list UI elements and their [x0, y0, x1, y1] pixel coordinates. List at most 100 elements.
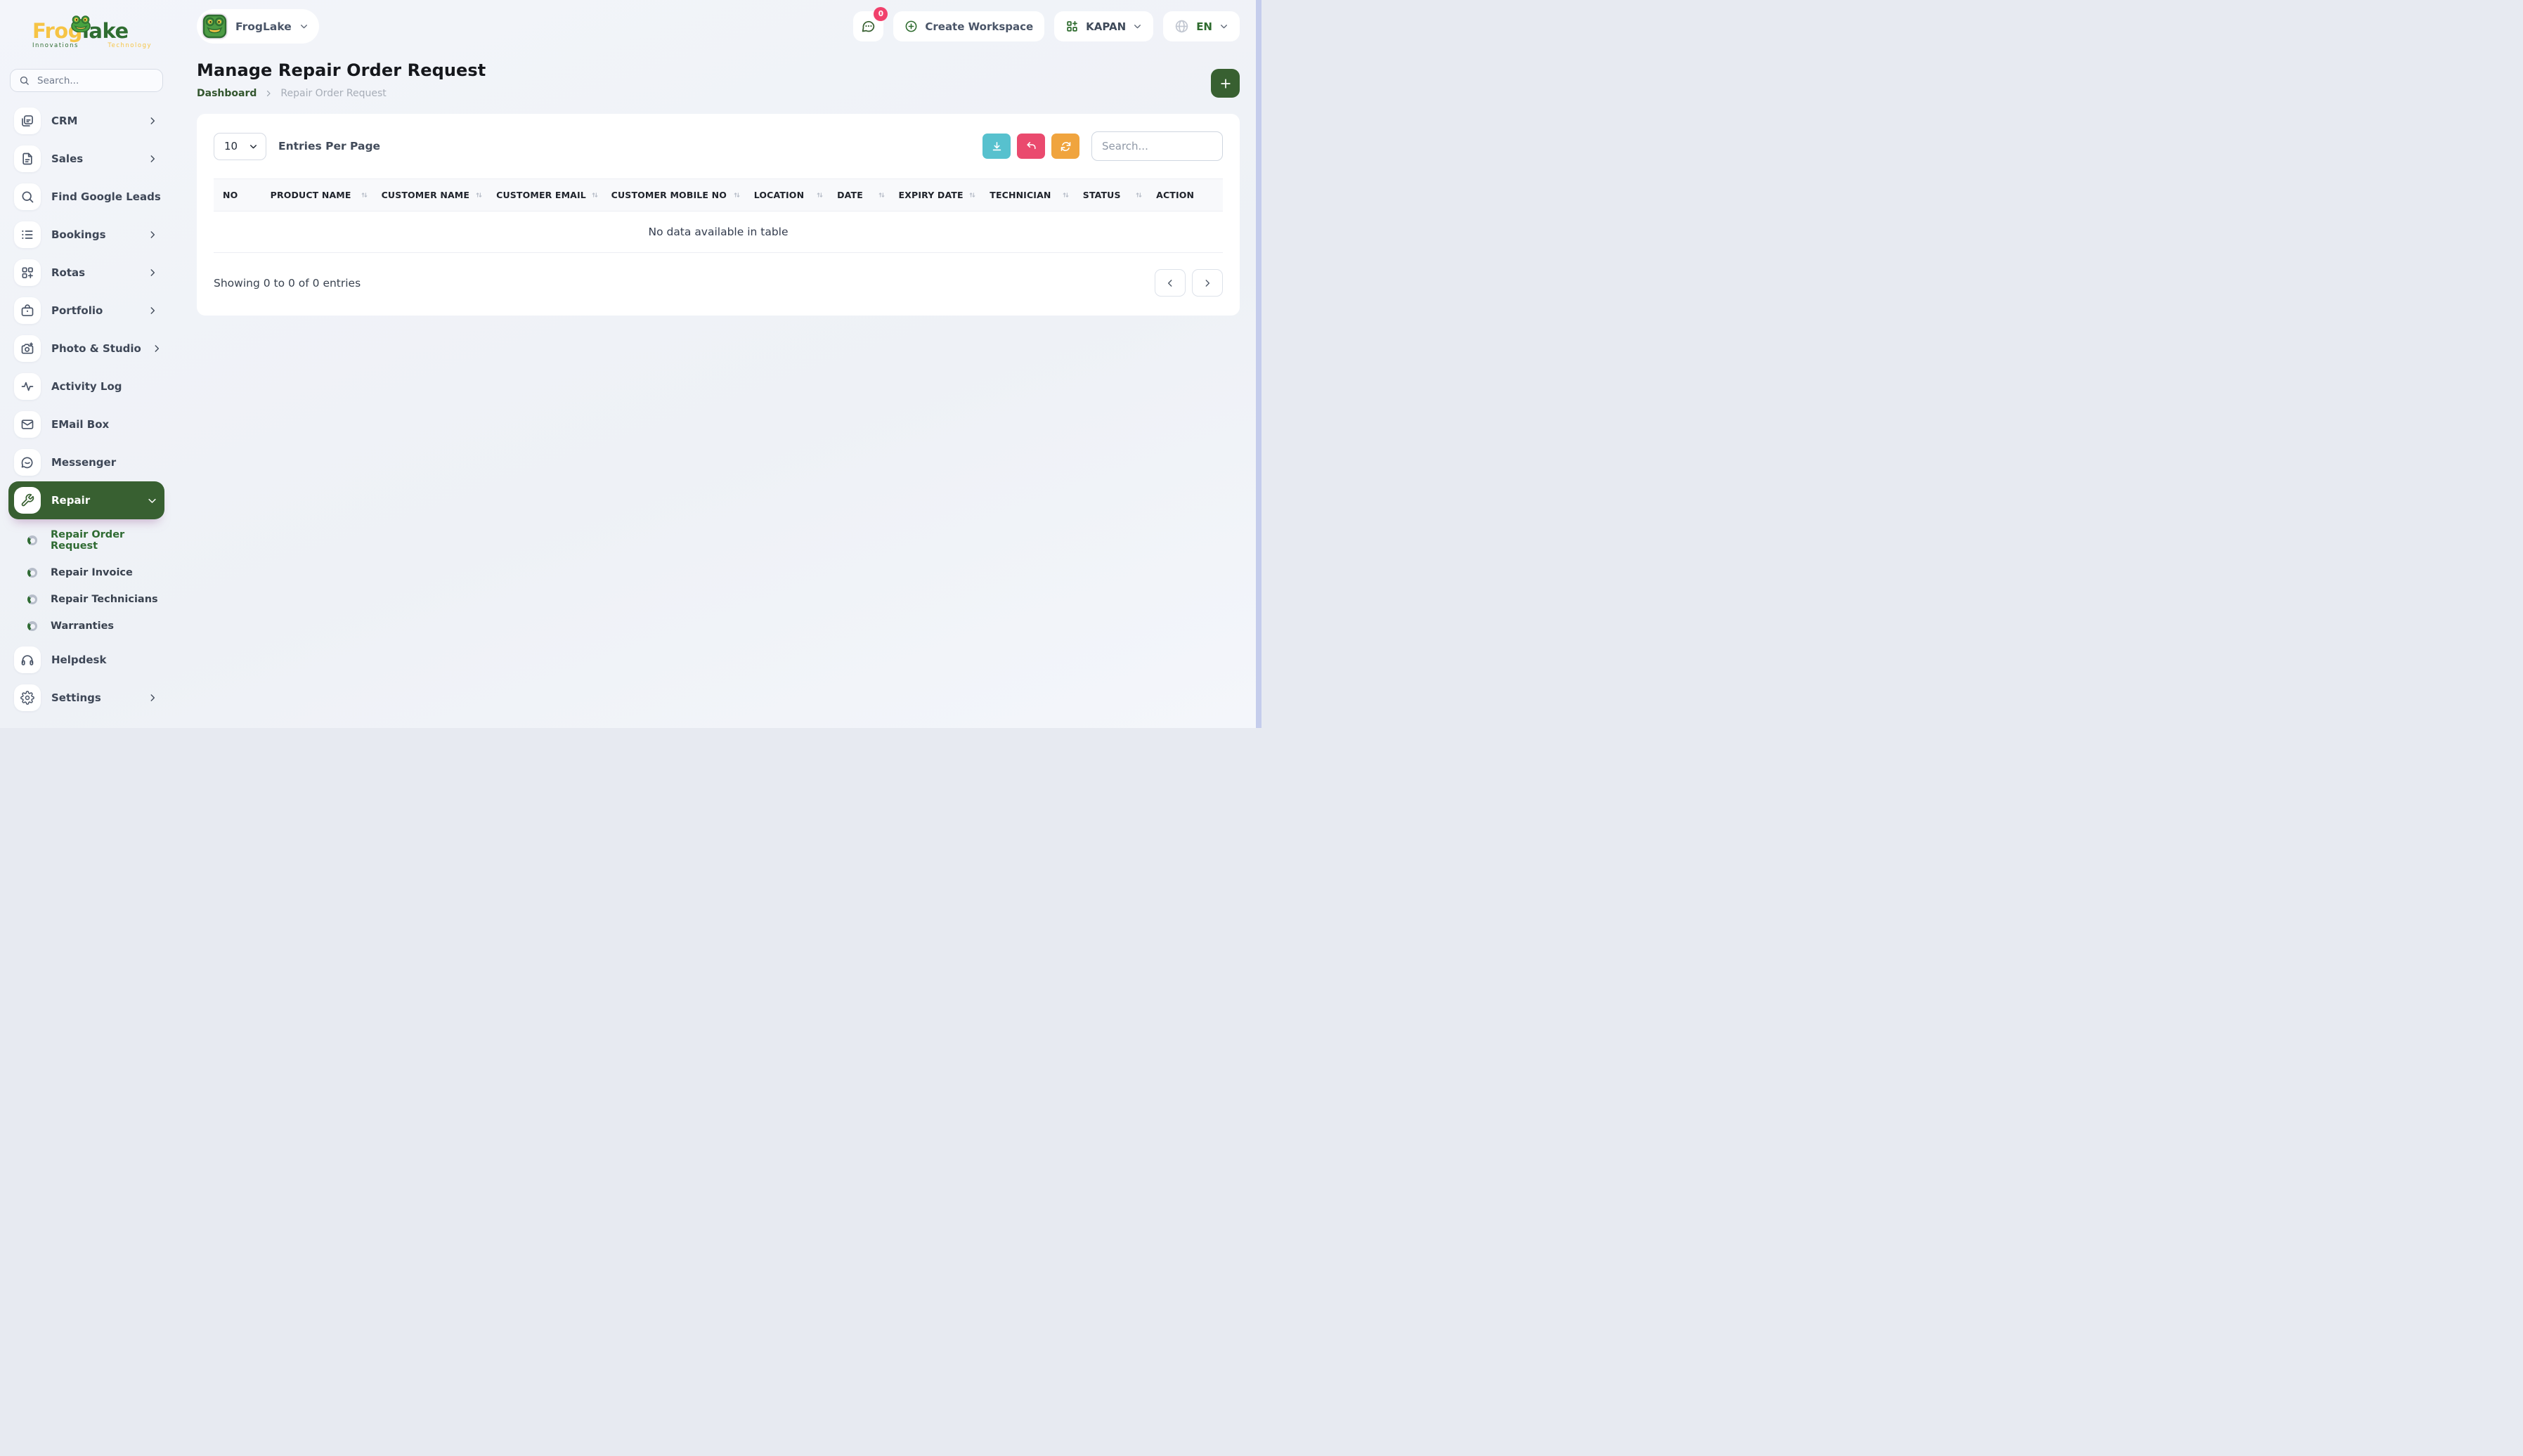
sidebar-item-label: EMail Box — [51, 418, 157, 431]
column-header-customer-email[interactable]: CUSTOMER EMAIL — [496, 190, 611, 200]
sidebar: Froglake Innovations Technology CRM Sale… — [0, 0, 173, 728]
globe-icon — [1174, 19, 1189, 34]
chevron-right-icon — [264, 89, 273, 98]
entries-per-page-value: 10 — [224, 140, 238, 152]
sidebar-item-find-google-leads[interactable]: Find Google Leads — [8, 178, 164, 216]
column-header-date[interactable]: DATE — [837, 190, 898, 200]
sort-icon — [1061, 190, 1070, 200]
add-repair-order-button[interactable] — [1211, 69, 1240, 98]
sidebar-item-email-box[interactable]: EMail Box — [8, 405, 164, 443]
grid-plus-icon — [1065, 20, 1079, 33]
chevron-right-icon — [148, 268, 157, 278]
submenu-item-label: Repair Invoice — [51, 567, 133, 578]
table-search-input[interactable] — [1091, 131, 1223, 161]
sort-icon — [815, 190, 824, 200]
chevron-right-icon — [148, 230, 157, 240]
create-workspace-button[interactable]: Create Workspace — [893, 11, 1044, 41]
team-switcher[interactable]: KAPAN — [1054, 11, 1153, 41]
export-download-button[interactable] — [982, 134, 1011, 159]
sidebar-item-repair[interactable]: Repair — [8, 481, 164, 519]
workspace-name: FrogLake — [235, 20, 292, 33]
sort-icon — [732, 190, 741, 200]
page-scrollbar[interactable] — [1256, 0, 1262, 728]
search-icon — [19, 75, 30, 86]
camera-plus-icon — [14, 335, 41, 362]
chevron-down-icon — [249, 142, 258, 151]
sidebar-search[interactable] — [10, 69, 163, 92]
column-header-technician[interactable]: TECHNICIAN — [990, 190, 1083, 200]
chevron-left-icon — [1165, 278, 1175, 288]
entries-per-page-select[interactable]: 10 — [214, 133, 266, 160]
submenu-item-label: Repair Order Request — [51, 529, 159, 552]
column-header-status[interactable]: STATUS — [1083, 190, 1156, 200]
sidebar-item-messenger[interactable]: Messenger — [8, 443, 164, 481]
pagination-prev-button[interactable] — [1155, 269, 1186, 297]
app-screen: Froglake Innovations Technology CRM Sale… — [0, 0, 1262, 728]
message-bubble-icon — [14, 449, 41, 476]
column-header-location[interactable]: LOCATION — [754, 190, 837, 200]
logo-tagline-left: Innovations — [32, 42, 79, 49]
mail-icon — [14, 411, 41, 438]
table-empty-message: No data available in table — [214, 212, 1223, 253]
team-label: KAPAN — [1086, 20, 1126, 33]
sidebar-item-label: Portfolio — [51, 304, 137, 317]
submenu-item-repair-invoice[interactable]: Repair Invoice — [17, 559, 164, 586]
entries-per-page-label: Entries Per Page — [278, 140, 380, 152]
app-logo: Froglake Innovations Technology — [32, 17, 152, 60]
column-header-product-name[interactable]: PRODUCT NAME — [271, 190, 382, 200]
page-header: Manage Repair Order Request Dashboard Re… — [197, 60, 1240, 99]
sidebar-item-settings[interactable]: Settings — [8, 679, 164, 717]
activity-icon — [14, 373, 41, 400]
sidebar-item-rotas[interactable]: Rotas — [8, 254, 164, 292]
plus-circle-icon — [904, 20, 918, 33]
search-leads-icon — [14, 183, 41, 210]
chevron-right-icon — [148, 306, 157, 316]
table-footer: Showing 0 to 0 of 0 entries — [214, 269, 1223, 297]
sort-icon — [968, 190, 977, 200]
chevron-right-icon — [1202, 278, 1212, 288]
sidebar-item-crm[interactable]: CRM — [8, 102, 164, 140]
pagination-next-button[interactable] — [1192, 269, 1223, 297]
sales-icon — [14, 145, 41, 172]
sidebar-item-label: Bookings — [51, 228, 137, 241]
submenu-item-label: Repair Technicians — [51, 594, 158, 605]
undo-button[interactable] — [1017, 134, 1045, 159]
sidebar-item-photo-studio[interactable]: Photo & Studio — [8, 330, 164, 368]
chevron-down-icon — [299, 22, 309, 31]
repair-submenu: Repair Order Request Repair Invoice Repa… — [8, 519, 164, 641]
column-header-expiry-date[interactable]: EXPIRY DATE — [899, 190, 990, 200]
column-header-customer-mobile-no[interactable]: CUSTOMER MOBILE NO — [611, 190, 754, 200]
sidebar-item-sales[interactable]: Sales — [8, 140, 164, 178]
breadcrumb-dashboard-link[interactable]: Dashboard — [197, 88, 257, 99]
logo-tagline-right: Technology — [108, 42, 152, 49]
submenu-item-warranties[interactable]: Warranties — [17, 613, 164, 639]
frog-logo-icon — [69, 14, 93, 35]
chat-badge: 0 — [874, 7, 888, 21]
sidebar-item-portfolio[interactable]: Portfolio — [8, 292, 164, 330]
language-switcher[interactable]: EN — [1163, 11, 1240, 41]
undo-arrow-icon — [1025, 141, 1037, 152]
column-header-customer-name[interactable]: CUSTOMER NAME — [382, 190, 497, 200]
sidebar-item-activity-log[interactable]: Activity Log — [8, 368, 164, 405]
chat-button[interactable]: 0 — [853, 11, 883, 41]
chevron-down-icon — [1133, 22, 1142, 31]
chevron-right-icon — [148, 116, 157, 126]
workspace-avatar — [202, 13, 228, 39]
wrench-icon — [14, 487, 41, 514]
workspace-switcher[interactable]: FrogLake — [197, 9, 319, 44]
refresh-button[interactable] — [1051, 134, 1079, 159]
submenu-item-repair-technicians[interactable]: Repair Technicians — [17, 586, 164, 613]
sidebar-search-input[interactable] — [36, 74, 154, 87]
submenu-item-repair-order-request[interactable]: Repair Order Request — [17, 521, 164, 559]
sidebar-item-bookings[interactable]: Bookings — [8, 216, 164, 254]
refresh-icon — [1060, 141, 1072, 152]
showing-entries-text: Showing 0 to 0 of 0 entries — [214, 277, 361, 290]
sidebar-item-label: Messenger — [51, 456, 157, 469]
bullet-ring-icon — [27, 535, 37, 545]
topbar: FrogLake 0 Create Workspace KAPAN — [197, 9, 1240, 44]
sort-icon — [360, 190, 369, 200]
sidebar-item-label: Activity Log — [51, 380, 157, 393]
crm-icon — [14, 108, 41, 134]
table-header-row: NO PRODUCT NAME CUSTOMER NAME CUSTOMER E… — [214, 178, 1223, 212]
sidebar-item-helpdesk[interactable]: Helpdesk — [8, 641, 164, 679]
